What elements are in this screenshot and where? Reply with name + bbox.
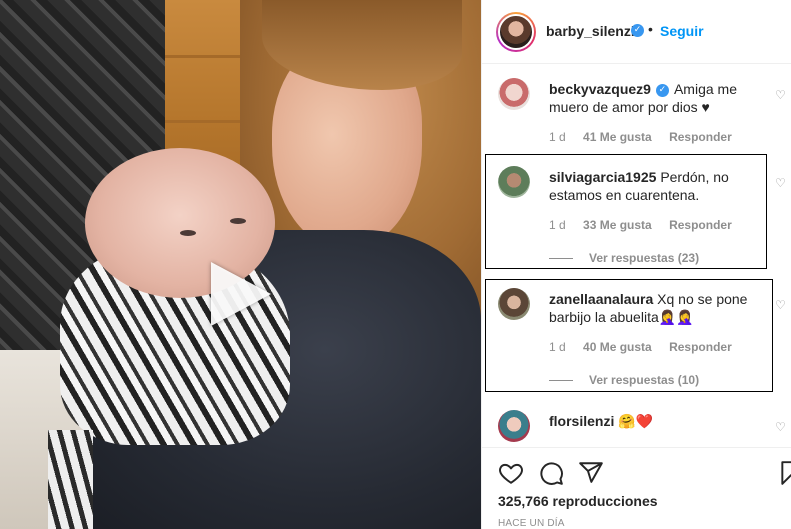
comment-age[interactable]: 1 d	[549, 130, 566, 144]
verified-badge-icon: ✓	[631, 24, 644, 37]
view-replies-button[interactable]: Ver respuestas (10)	[549, 373, 699, 387]
reply-button[interactable]: Responder	[669, 130, 732, 144]
post-timestamp[interactable]: HACE UN DÍA	[498, 518, 565, 529]
share-icon[interactable]	[578, 460, 604, 486]
comment-item: beckyvazquez9 ✓ Amiga me muero de amor p…	[482, 78, 791, 158]
comment-likes[interactable]: 40 Me gusta	[583, 340, 652, 354]
comment-icon[interactable]	[538, 460, 564, 486]
avatar[interactable]	[498, 78, 530, 110]
comment-item: silviagarcia1925 Perdón, no estamos en c…	[482, 166, 791, 266]
post-panel: barby_silenzi ✓ • Seguir beckyvazquez9 ✓…	[481, 0, 791, 529]
heart-icon[interactable]: ♡	[775, 420, 786, 434]
play-icon[interactable]	[211, 262, 271, 326]
bookmark-icon[interactable]	[778, 460, 791, 486]
action-bar: 325,766 reproducciones HACE UN DÍA	[482, 447, 791, 529]
post-video[interactable]	[0, 0, 481, 529]
avatar[interactable]	[498, 410, 530, 442]
reply-button[interactable]: Responder	[669, 340, 732, 354]
author-avatar[interactable]	[496, 12, 536, 52]
reply-button[interactable]: Responder	[669, 218, 732, 232]
heart-icon[interactable]: ♡	[775, 298, 786, 312]
comment-age[interactable]: 1 d	[549, 218, 566, 232]
verified-badge-icon: ✓	[655, 83, 669, 97]
comment-likes[interactable]: 33 Me gusta	[583, 218, 652, 232]
comment-username[interactable]: silviagarcia1925	[549, 169, 656, 185]
comment-text: 🤗❤️	[618, 413, 654, 429]
comment-username[interactable]: zanellaanalaura	[549, 291, 653, 307]
comment-username[interactable]: florsilenzi	[549, 413, 614, 429]
view-replies-button[interactable]: Ver respuestas (23)	[549, 251, 699, 265]
heart-icon[interactable]: ♡	[775, 88, 786, 102]
separator-dot: •	[648, 21, 653, 37]
heart-icon[interactable]	[498, 460, 524, 486]
comment-likes[interactable]: 41 Me gusta	[583, 130, 652, 144]
comment-item: florsilenzi 🤗❤️ ♡	[482, 410, 791, 446]
avatar[interactable]	[498, 288, 530, 320]
heart-icon[interactable]: ♡	[775, 176, 786, 190]
author-username[interactable]: barby_silenzi	[546, 23, 635, 39]
post-header: barby_silenzi ✓ • Seguir	[482, 0, 791, 64]
view-count: 325,766 reproducciones	[498, 493, 658, 509]
comment-age[interactable]: 1 d	[549, 340, 566, 354]
avatar[interactable]	[498, 166, 530, 198]
comment-item: zanellaanalaura Xq no se pone barbijo la…	[482, 288, 791, 388]
follow-button[interactable]: Seguir	[660, 23, 704, 39]
comment-username[interactable]: beckyvazquez9	[549, 81, 651, 97]
